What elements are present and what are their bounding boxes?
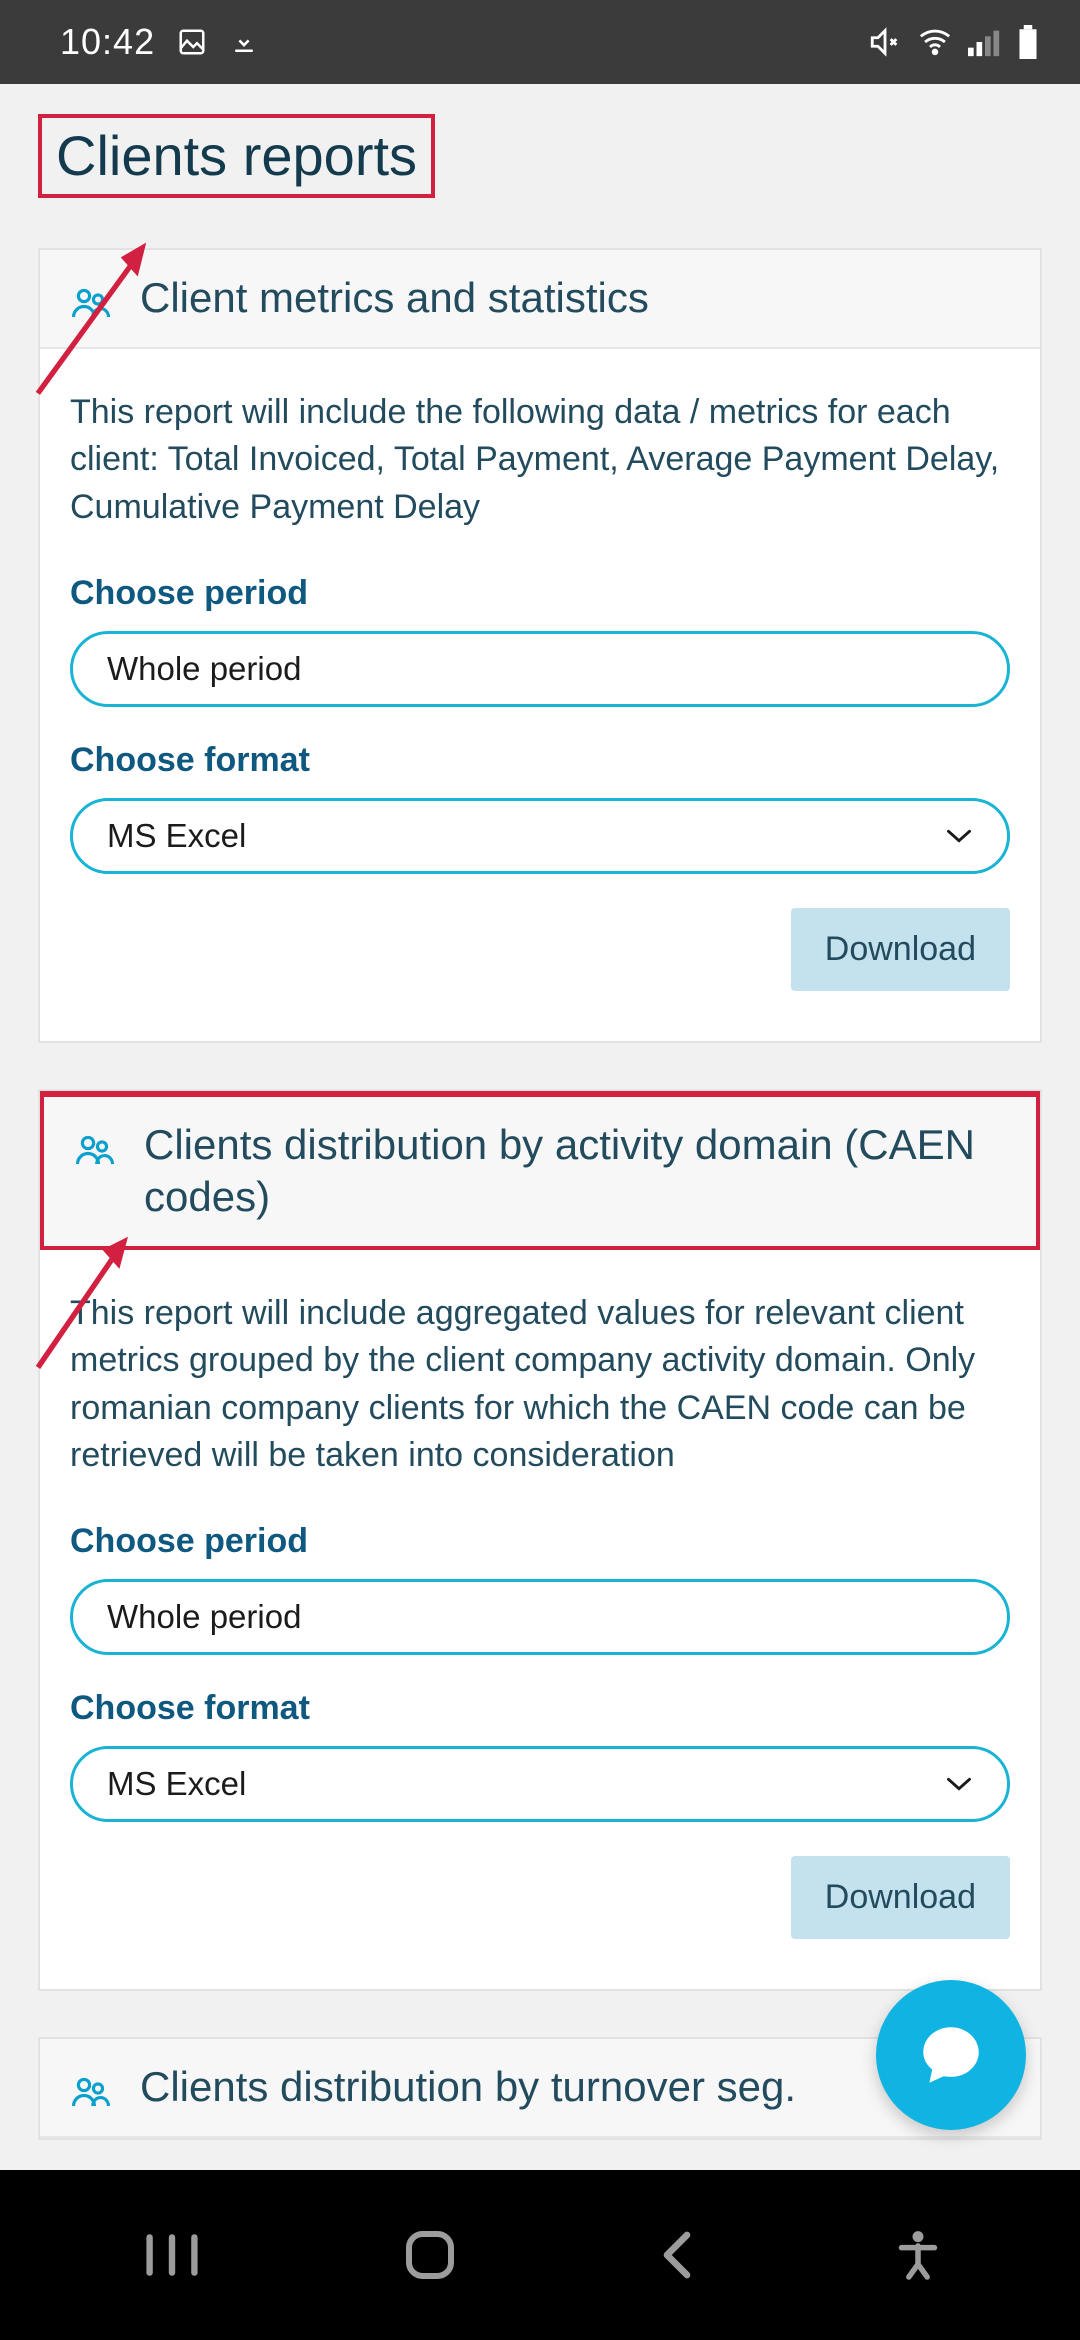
period-input[interactable]: Whole period bbox=[70, 1579, 1010, 1655]
report-card-metrics: Client metrics and statistics This repor… bbox=[38, 248, 1042, 1042]
report-description: This report will include the following d… bbox=[70, 389, 1010, 532]
period-label: Choose period bbox=[70, 574, 1010, 613]
people-icon bbox=[74, 1129, 116, 1171]
status-time: 10:42 bbox=[60, 21, 155, 63]
period-label: Choose period bbox=[70, 1522, 1010, 1561]
card-header: Clients distribution by activity domain … bbox=[40, 1091, 1040, 1250]
back-button[interactable] bbox=[657, 2230, 697, 2280]
accessibility-button[interactable] bbox=[896, 2229, 940, 2281]
card-header: Client metrics and statistics bbox=[40, 250, 1040, 349]
people-icon bbox=[70, 2071, 112, 2113]
recent-apps-button[interactable] bbox=[140, 2231, 204, 2279]
period-value: Whole period bbox=[107, 650, 301, 688]
volume-mute-icon bbox=[868, 25, 902, 59]
chat-fab[interactable] bbox=[876, 1980, 1026, 2130]
report-description: This report will include aggregated valu… bbox=[70, 1290, 1010, 1480]
card-body: This report will include aggregated valu… bbox=[40, 1250, 1040, 1989]
image-icon bbox=[177, 27, 207, 57]
card-title: Client metrics and statistics bbox=[140, 272, 649, 325]
page-title-container: Clients reports bbox=[38, 114, 1042, 198]
annotation-arrow-icon bbox=[26, 234, 156, 404]
download-button[interactable]: Download bbox=[791, 908, 1010, 991]
chevron-down-icon bbox=[945, 1775, 973, 1793]
status-bar: 10:42 bbox=[0, 0, 1080, 84]
format-value: MS Excel bbox=[107, 817, 246, 855]
format-value: MS Excel bbox=[107, 1765, 246, 1803]
status-bar-right bbox=[868, 25, 1040, 59]
card-body: This report will include the following d… bbox=[40, 349, 1040, 1041]
chevron-down-icon bbox=[945, 827, 973, 845]
annotation-arrow-icon bbox=[28, 1226, 138, 1376]
format-label: Choose format bbox=[70, 741, 1010, 780]
format-label: Choose format bbox=[70, 1689, 1010, 1728]
period-input[interactable]: Whole period bbox=[70, 631, 1010, 707]
page-title: Clients reports bbox=[38, 114, 435, 198]
format-select[interactable]: MS Excel bbox=[70, 1746, 1010, 1822]
page-content: Clients reports Client metrics and stati… bbox=[0, 84, 1080, 2140]
home-button[interactable] bbox=[403, 2228, 457, 2282]
battery-icon bbox=[1016, 25, 1040, 59]
download-button[interactable]: Download bbox=[791, 1856, 1010, 1939]
download-notification-icon bbox=[229, 27, 259, 57]
wifi-icon bbox=[916, 25, 954, 59]
card-title: Clients distribution by turnover seg. bbox=[140, 2061, 796, 2114]
period-value: Whole period bbox=[107, 1598, 301, 1636]
chat-icon bbox=[914, 2018, 988, 2092]
card-actions: Download bbox=[70, 1856, 1010, 1939]
card-actions: Download bbox=[70, 908, 1010, 991]
format-select[interactable]: MS Excel bbox=[70, 798, 1010, 874]
status-bar-left: 10:42 bbox=[60, 21, 259, 63]
system-nav-bar bbox=[0, 2170, 1080, 2340]
report-card-caen: Clients distribution by activity domain … bbox=[38, 1089, 1042, 1991]
card-title: Clients distribution by activity domain … bbox=[144, 1119, 1006, 1224]
cell-signal-icon bbox=[968, 27, 1002, 57]
